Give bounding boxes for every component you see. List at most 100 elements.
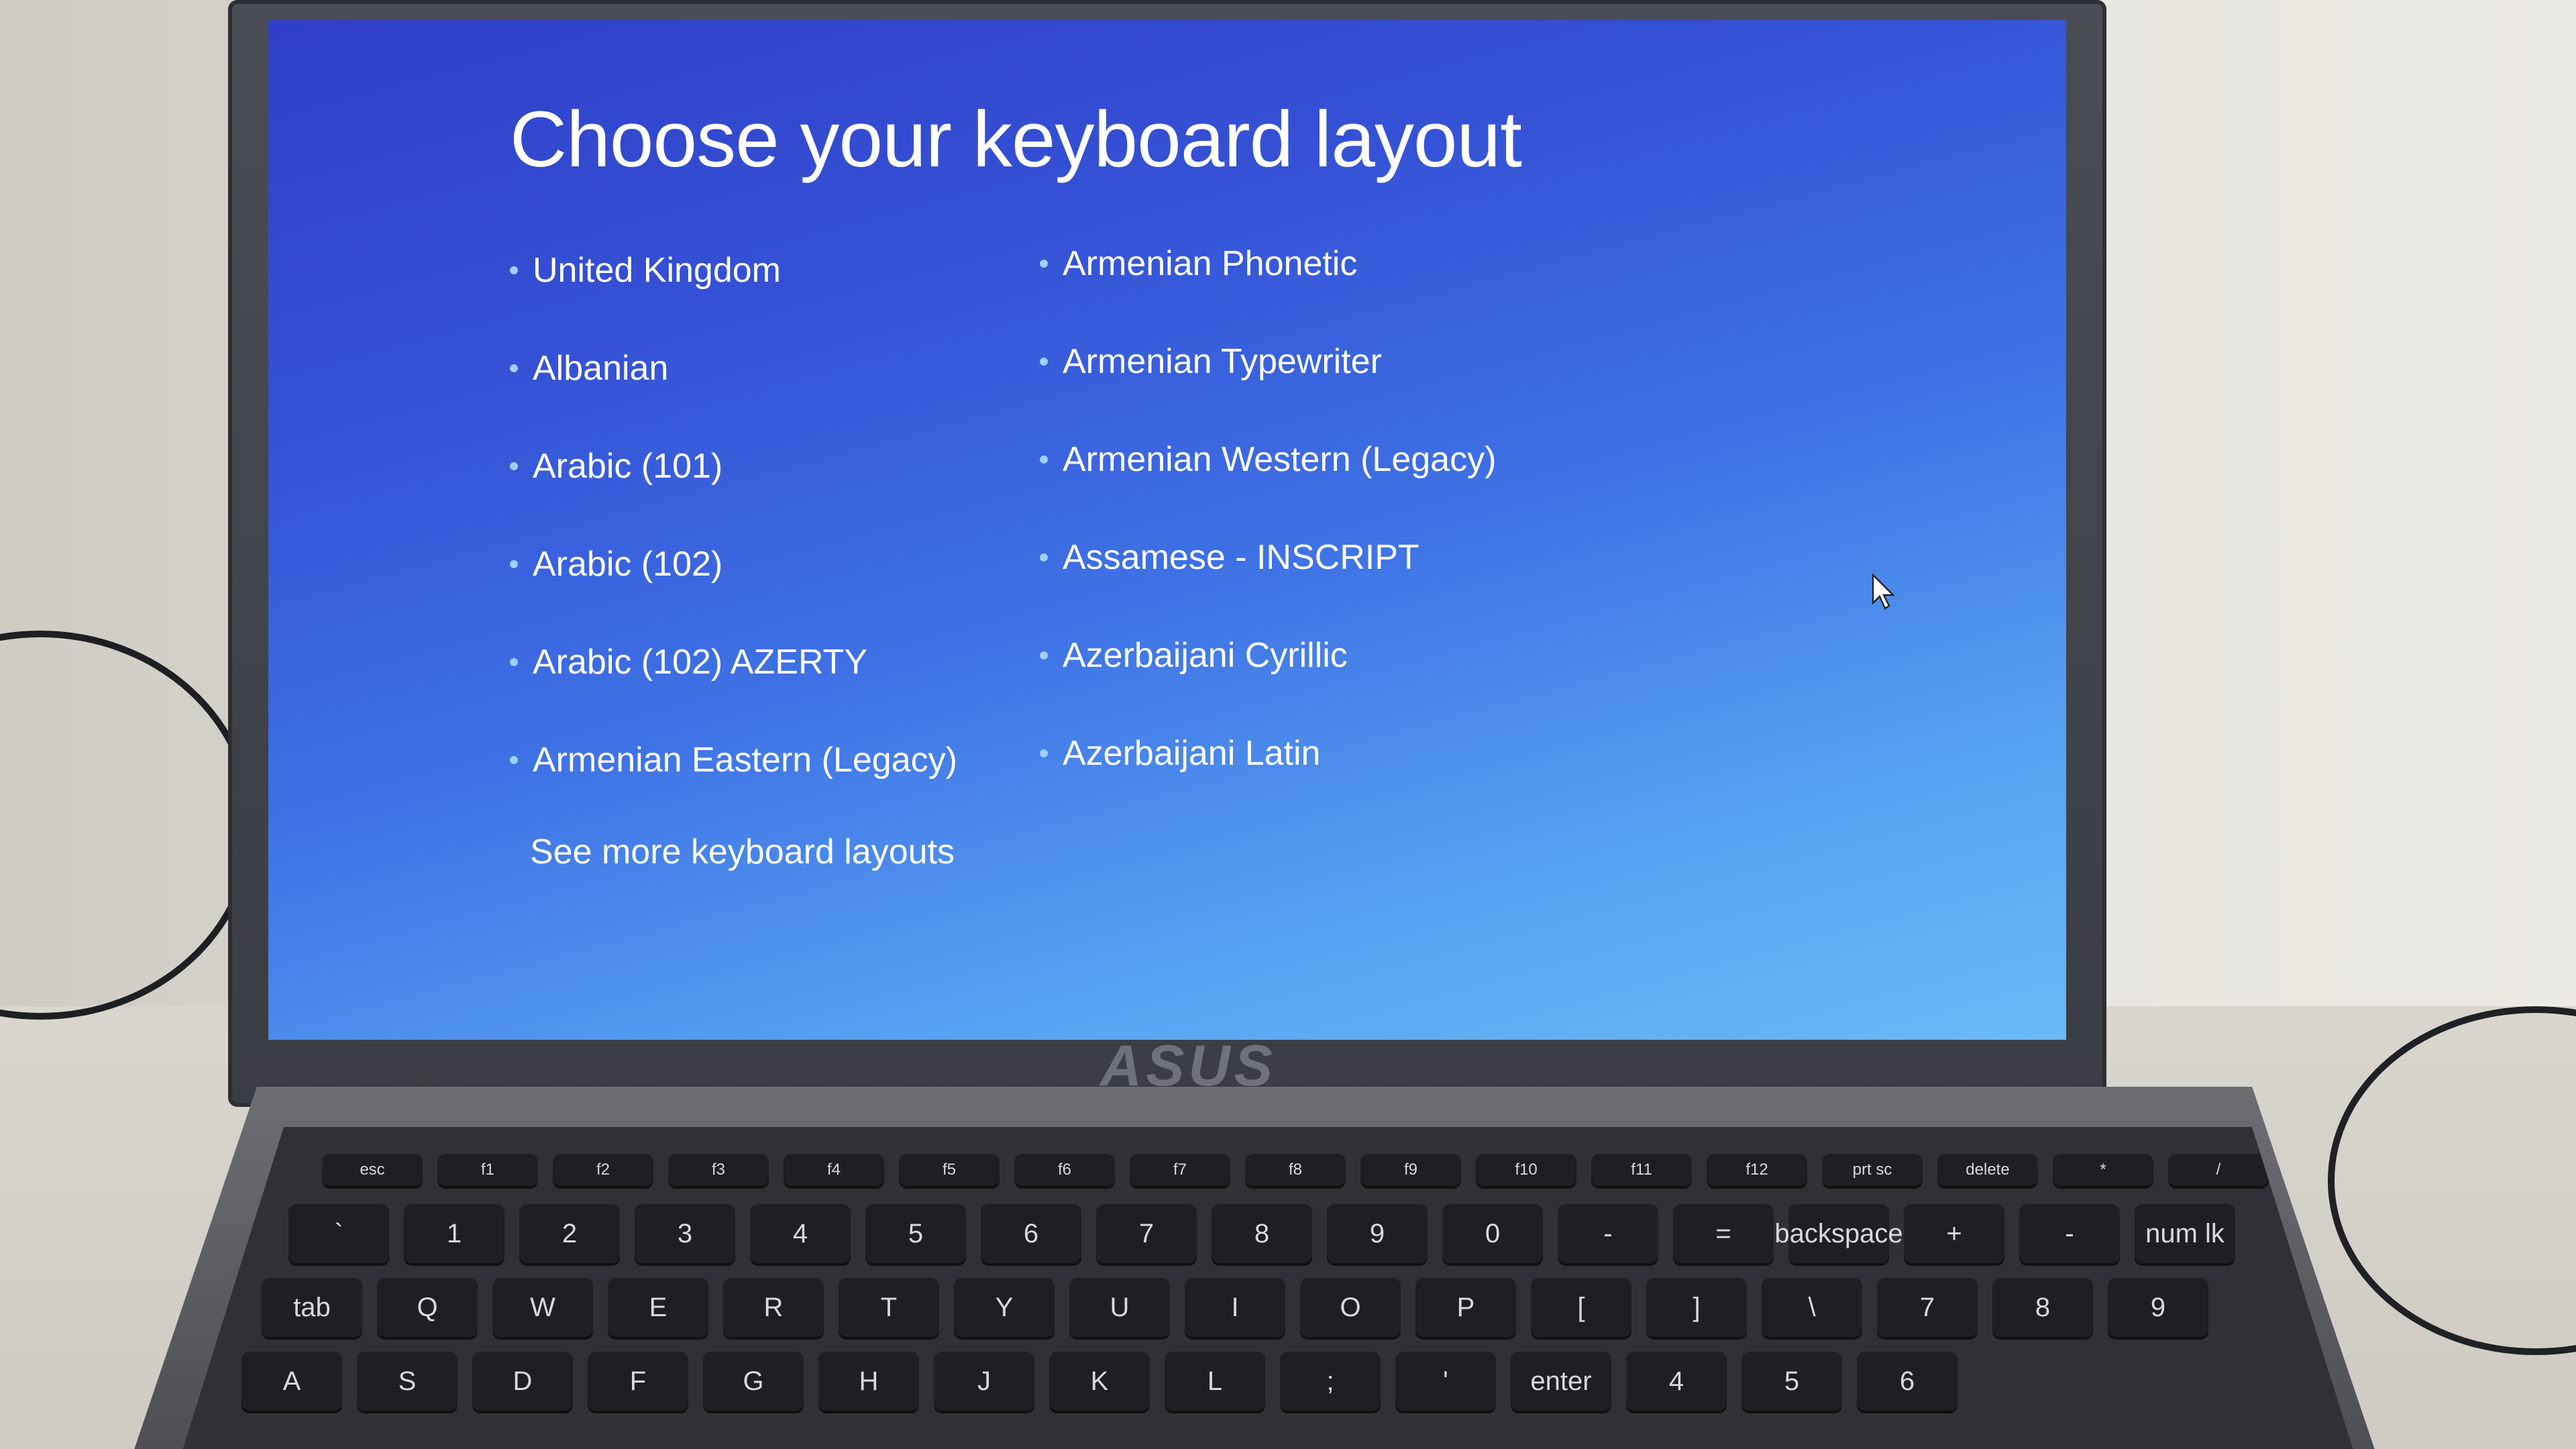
see-more-layouts-link[interactable]: See more keyboard layouts: [530, 832, 955, 872]
keyboard-key[interactable]: I: [1185, 1278, 1285, 1337]
keyboard-key[interactable]: P: [1415, 1278, 1516, 1337]
keyboard-key[interactable]: Y: [954, 1278, 1055, 1337]
keyboard-key[interactable]: f12: [1707, 1154, 1807, 1186]
keyboard-key[interactable]: delete: [1937, 1154, 2038, 1186]
bullet-icon: [510, 462, 518, 470]
keyboard-key[interactable]: tab: [262, 1278, 362, 1337]
keyboard-key[interactable]: ': [1395, 1352, 1496, 1411]
layout-option-armenian-typewriter[interactable]: Armenian Typewriter: [1040, 313, 1496, 411]
keyboard-key[interactable]: 0: [1442, 1204, 1543, 1263]
keyboard-key[interactable]: E: [608, 1278, 708, 1337]
keyboard-key[interactable]: G: [703, 1352, 804, 1411]
layout-option-assamese-inscript[interactable]: Assamese - INSCRIPT: [1040, 508, 1496, 606]
keyboard-key[interactable]: D: [472, 1352, 573, 1411]
keyboard-key[interactable]: f11: [1591, 1154, 1692, 1186]
layout-option-armenian-western-legacy[interactable]: Armenian Western (Legacy): [1040, 411, 1496, 508]
keyboard-key[interactable]: 4: [1626, 1352, 1727, 1411]
keyboard-key[interactable]: /: [2168, 1154, 2269, 1186]
keyboard-key[interactable]: f4: [784, 1154, 884, 1186]
keyboard-key[interactable]: f8: [1245, 1154, 1346, 1186]
setup-screen: Choose your keyboard layout United Kingd…: [268, 20, 2066, 1040]
layout-option-albanian[interactable]: Albanian: [510, 319, 957, 417]
keyboard-key[interactable]: T: [839, 1278, 939, 1337]
keyboard-key[interactable]: 8: [1992, 1278, 2093, 1337]
keyboard-key[interactable]: S: [357, 1352, 458, 1411]
bullet-icon: [1040, 260, 1048, 268]
power-cable-left: [0, 631, 255, 1020]
layout-option-azerbaijani-cyrillic[interactable]: Azerbaijani Cyrillic: [1040, 606, 1496, 704]
keyboard-key[interactable]: \: [1762, 1278, 1862, 1337]
keyboard-key[interactable]: H: [818, 1352, 919, 1411]
keyboard-key[interactable]: W: [492, 1278, 593, 1337]
mouse-cursor-icon: [1872, 574, 1895, 610]
layout-label: Armenian Western (Legacy): [1063, 440, 1497, 479]
keyboard-key[interactable]: 5: [1741, 1352, 1842, 1411]
keyboard-key[interactable]: 3: [635, 1204, 735, 1263]
layout-option-armenian-eastern-legacy[interactable]: Armenian Eastern (Legacy): [510, 711, 957, 809]
keyboard-key[interactable]: ]: [1646, 1278, 1747, 1337]
layout-label: Arabic (102): [533, 545, 723, 584]
keyboard-key[interactable]: 6: [981, 1204, 1081, 1263]
bullet-icon: [1040, 749, 1048, 757]
keyboard-key[interactable]: prt sc: [1822, 1154, 1923, 1186]
layout-label: Azerbaijani Cyrillic: [1063, 636, 1348, 675]
layout-option-arabic-101[interactable]: Arabic (101): [510, 417, 957, 515]
keyboard-key[interactable]: f7: [1130, 1154, 1230, 1186]
keyboard-key[interactable]: J: [934, 1352, 1034, 1411]
keyboard-key[interactable]: f1: [437, 1154, 538, 1186]
keyboard-key[interactable]: 7: [1096, 1204, 1197, 1263]
keyboard-key[interactable]: U: [1069, 1278, 1170, 1337]
keyboard-key[interactable]: 5: [865, 1204, 966, 1263]
keyboard-key[interactable]: 6: [1857, 1352, 1957, 1411]
layout-option-united-kingdom[interactable]: United Kingdom: [510, 221, 957, 319]
keyboard-key[interactable]: 7: [1877, 1278, 1978, 1337]
keyboard-key[interactable]: L: [1165, 1352, 1265, 1411]
layout-label: Assamese - INSCRIPT: [1063, 538, 1419, 577]
layout-option-arabic-102-azerty[interactable]: Arabic (102) AZERTY: [510, 613, 957, 711]
layout-option-azerbaijani-latin[interactable]: Azerbaijani Latin: [1040, 704, 1496, 802]
keyboard-key[interactable]: A: [241, 1352, 342, 1411]
bullet-icon: [1040, 651, 1048, 659]
photo-scene: Choose your keyboard layout United Kingd…: [0, 0, 2576, 1449]
keyboard-key[interactable]: f9: [1360, 1154, 1461, 1186]
bullet-icon: [510, 364, 518, 372]
laptop-keyboard: esc f1 f2 f3 f4 f5 f6 f7 f8 f9 f10 f11 f12 prt sc dele…: [174, 1127, 2361, 1449]
keyboard-key[interactable]: f5: [899, 1154, 1000, 1186]
keyboard-key[interactable]: R: [723, 1278, 824, 1337]
keyboard-key[interactable]: O: [1300, 1278, 1401, 1337]
keyboard-key[interactable]: enter: [1511, 1352, 1611, 1411]
keyboard-key[interactable]: 9: [1327, 1204, 1428, 1263]
keyboard-key[interactable]: f6: [1014, 1154, 1115, 1186]
keyboard-key[interactable]: Q: [377, 1278, 478, 1337]
keyboard-key[interactable]: -: [1558, 1204, 1658, 1263]
keyboard-key[interactable]: num lk: [2135, 1204, 2235, 1263]
layout-label: United Kingdom: [533, 251, 781, 290]
keyboard-key[interactable]: `: [288, 1204, 389, 1263]
layout-option-arabic-102[interactable]: Arabic (102): [510, 515, 957, 613]
keyboard-key[interactable]: ;: [1280, 1352, 1381, 1411]
bullet-icon: [1040, 455, 1048, 464]
keyboard-key[interactable]: f10: [1476, 1154, 1576, 1186]
keyboard-key[interactable]: 4: [750, 1204, 851, 1263]
keyboard-key[interactable]: f2: [553, 1154, 653, 1186]
number-key-row: ` 1 2 3 4 5 6 7 8 9 0- = backspace + - num lk: [288, 1204, 2235, 1263]
keyboard-key[interactable]: -: [2019, 1204, 2120, 1263]
keyboard-key[interactable]: 9: [2108, 1278, 2208, 1337]
keyboard-key[interactable]: [: [1531, 1278, 1631, 1337]
layout-list-right: Armenian Phonetic Armenian Typewriter Ar…: [1040, 215, 1496, 802]
keyboard-key[interactable]: *: [2053, 1154, 2153, 1186]
keyboard-key[interactable]: 2: [519, 1204, 620, 1263]
keyboard-key[interactable]: 1: [404, 1204, 504, 1263]
keyboard-key[interactable]: K: [1049, 1352, 1150, 1411]
layout-label: Arabic (102) AZERTY: [533, 643, 868, 682]
keyboard-key[interactable]: +: [1904, 1204, 2004, 1263]
keyboard-key[interactable]: =: [1673, 1204, 1774, 1263]
keyboard-key[interactable]: f3: [668, 1154, 769, 1186]
keyboard-key[interactable]: 8: [1212, 1204, 1312, 1263]
keyboard-key[interactable]: F: [588, 1352, 688, 1411]
keyboard-key[interactable]: esc: [322, 1154, 423, 1186]
keyboard-key[interactable]: backspace: [1774, 1204, 1903, 1263]
qwerty-key-row: tab Q W E R T Y U I O P [] \ 7 8 9: [262, 1278, 2208, 1337]
layout-label: Armenian Eastern (Legacy): [533, 741, 957, 780]
layout-option-armenian-phonetic[interactable]: Armenian Phonetic: [1040, 215, 1496, 313]
